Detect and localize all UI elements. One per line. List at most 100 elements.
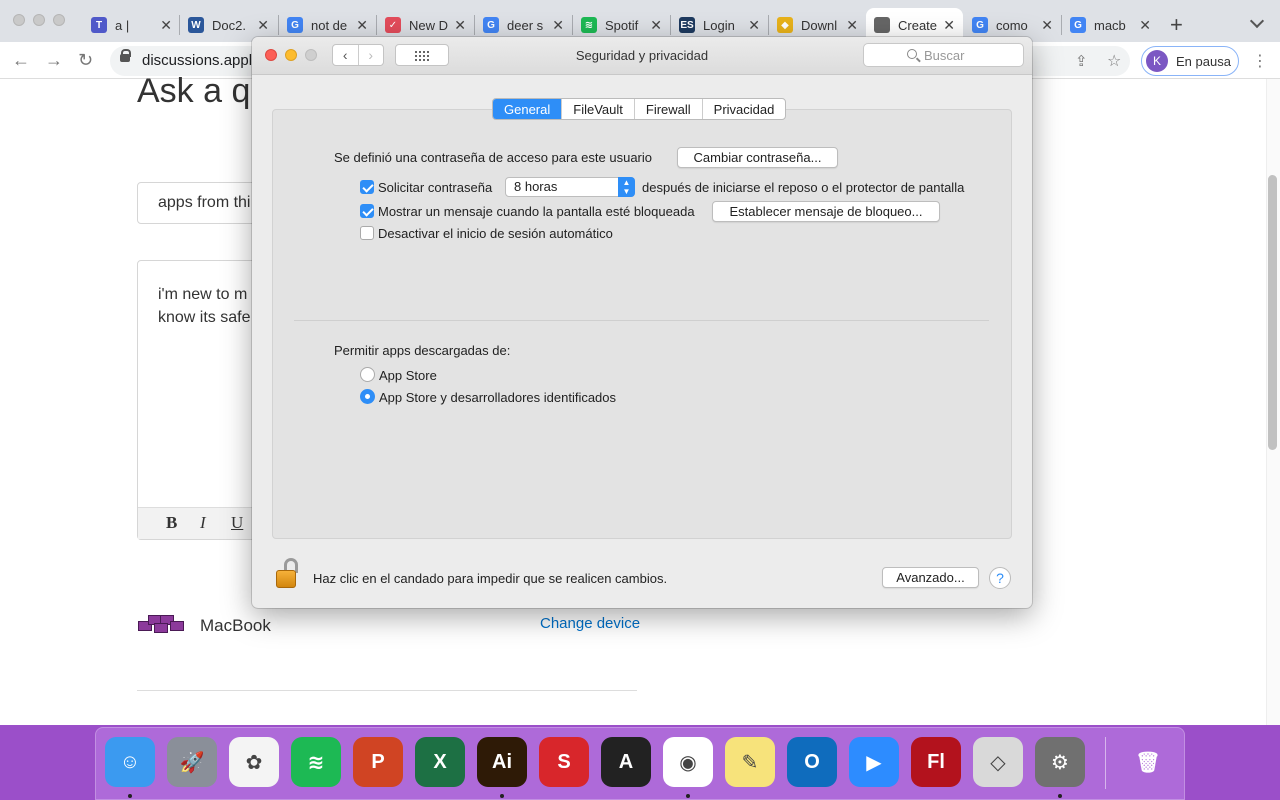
tab-favicon-icon: G [483, 17, 499, 33]
show-message-label[interactable]: Mostrar un mensaje cuando la pantalla es… [378, 204, 695, 219]
search-field[interactable]: Buscar [863, 43, 1024, 67]
url-text[interactable]: discussions.apple [142, 52, 260, 69]
tab-filevault[interactable]: FileVault [561, 99, 634, 119]
zoom-window-button[interactable] [53, 14, 65, 26]
tab-close-icon[interactable]: ✕ [160, 17, 172, 34]
minimize-window-button[interactable] [33, 14, 45, 26]
excel-icon[interactable]: X [415, 737, 465, 787]
password-delay-select[interactable]: 8 horas ▲ ▼ [505, 177, 635, 197]
tab-general[interactable]: General [493, 99, 562, 119]
tab-close-icon[interactable]: ✕ [1139, 17, 1151, 34]
powerpoint-icon[interactable]: P [353, 737, 403, 787]
change-device-link[interactable]: Change device [540, 615, 640, 632]
app-store-radio-label[interactable]: App Store [379, 368, 437, 383]
back-icon[interactable]: ← [12, 50, 30, 71]
tab-close-icon[interactable]: ✕ [552, 17, 564, 34]
system-preferences-icon[interactable]: ⚙ [1035, 737, 1085, 787]
tab-title: macb [1094, 17, 1126, 33]
browser-tab[interactable]: Ta | ✕ [83, 8, 180, 42]
profile-button[interactable]: K En pausa [1141, 46, 1239, 76]
require-password-label[interactable]: Solicitar contraseña [378, 180, 492, 195]
close-window-button[interactable] [13, 14, 25, 26]
tab-separator [474, 15, 475, 35]
tab-favicon-icon [874, 17, 890, 33]
help-button[interactable]: ? [989, 567, 1011, 589]
tab-close-icon[interactable]: ✕ [943, 17, 955, 34]
require-password-checkbox[interactable] [360, 180, 374, 194]
tab-title: a | [115, 17, 130, 33]
tab-separator [278, 15, 279, 35]
outlook-icon[interactable]: O [787, 737, 837, 787]
identified-developers-radio[interactable] [360, 389, 375, 404]
tab-separator [670, 15, 671, 35]
tab-favicon-icon: G [1070, 17, 1086, 33]
tab-search-icon[interactable] [1249, 13, 1265, 29]
tab-close-icon[interactable]: ✕ [356, 17, 368, 34]
finder-icon[interactable]: ☺ [105, 737, 155, 787]
tab-favicon-icon: W [188, 17, 204, 33]
reload-icon[interactable]: ↻ [78, 50, 93, 71]
more-menu-icon[interactable]: ⋮ [1252, 51, 1268, 71]
password-set-label: Se definió una contraseña de acceso para… [334, 150, 652, 165]
chrome-icon[interactable]: ◉ [663, 737, 713, 787]
browser-tab[interactable]: Gmacb ✕ [1062, 8, 1159, 42]
archicad-icon[interactable]: A [601, 737, 651, 787]
tab-close-icon[interactable]: ✕ [650, 17, 662, 34]
disable-auto-login-label[interactable]: Desactivar el inicio de sesión automátic… [378, 226, 613, 241]
italic-button[interactable]: I [200, 513, 206, 533]
tab-favicon-icon: ES [679, 17, 695, 33]
tab-title: como [996, 17, 1028, 33]
share-icon[interactable]: ⇪ [1075, 52, 1088, 70]
tab-close-icon[interactable]: ✕ [454, 17, 466, 34]
running-indicator [128, 794, 132, 798]
photos-icon[interactable]: ✿ [229, 737, 279, 787]
show-message-checkbox[interactable] [360, 204, 374, 218]
forward-icon[interactable]: → [45, 50, 63, 71]
tab-title: Downl [801, 17, 838, 33]
app-store-radio[interactable] [360, 367, 375, 382]
zoom-icon[interactable]: ▶ [849, 737, 899, 787]
stickies-icon[interactable]: ✎ [725, 737, 775, 787]
spotify-icon[interactable]: ≋ [291, 737, 341, 787]
change-password-button[interactable]: Cambiar contraseña... [677, 147, 838, 168]
advanced-button[interactable]: Avanzado... [882, 567, 979, 588]
bold-button[interactable]: B [166, 513, 177, 533]
launchpad-icon[interactable]: 🚀 [167, 737, 217, 787]
tab-privacy[interactable]: Privacidad [701, 99, 786, 119]
segmented-tabs: General FileVault Firewall Privacidad [492, 98, 787, 120]
underline-button[interactable]: U [231, 513, 243, 533]
tab-title: Create [898, 17, 938, 33]
tab-title: Spotif [605, 17, 639, 33]
scrollbar-thumb[interactable] [1268, 175, 1277, 450]
tab-close-icon[interactable]: ✕ [1041, 17, 1053, 34]
running-indicator [1058, 794, 1062, 798]
tab-title: New D [409, 17, 449, 33]
after-sleep-label: después de iniciarse el reposo o el prot… [642, 180, 965, 195]
avatar: K [1146, 50, 1168, 72]
padlock-icon[interactable] [274, 558, 304, 590]
sketchup-icon[interactable]: S [539, 737, 589, 787]
flash-icon[interactable]: Fl [911, 737, 961, 787]
new-tab-button[interactable]: + [1170, 12, 1183, 38]
tab-close-icon[interactable]: ✕ [748, 17, 760, 34]
section-divider [294, 320, 989, 321]
bookmark-star-icon[interactable]: ☆ [1107, 51, 1121, 71]
set-lock-message-button[interactable]: Establecer mensaje de bloqueo... [712, 201, 940, 222]
lock-icon[interactable] [120, 49, 131, 62]
illustrator-icon[interactable]: Ai [477, 737, 527, 787]
profile-status: En pausa [1176, 53, 1231, 69]
identified-developers-radio-label[interactable]: App Store y desarrolladores identificado… [379, 390, 616, 405]
macbook-icon [138, 613, 186, 635]
roblox-icon[interactable]: ◇ [973, 737, 1023, 787]
tab-favicon-icon: ≋ [581, 17, 597, 33]
tab-close-icon[interactable]: ✕ [257, 17, 269, 34]
trash-icon[interactable]: 🗑 [1123, 737, 1173, 787]
tab-separator [572, 15, 573, 35]
tab-favicon-icon: G [287, 17, 303, 33]
tab-title: not de [311, 17, 348, 33]
tab-close-icon[interactable]: ✕ [846, 17, 858, 34]
tab-firewall[interactable]: Firewall [633, 99, 702, 119]
running-indicator [686, 794, 690, 798]
disable-auto-login-checkbox[interactable] [360, 226, 374, 240]
tab-favicon-icon: ✓ [385, 17, 401, 33]
